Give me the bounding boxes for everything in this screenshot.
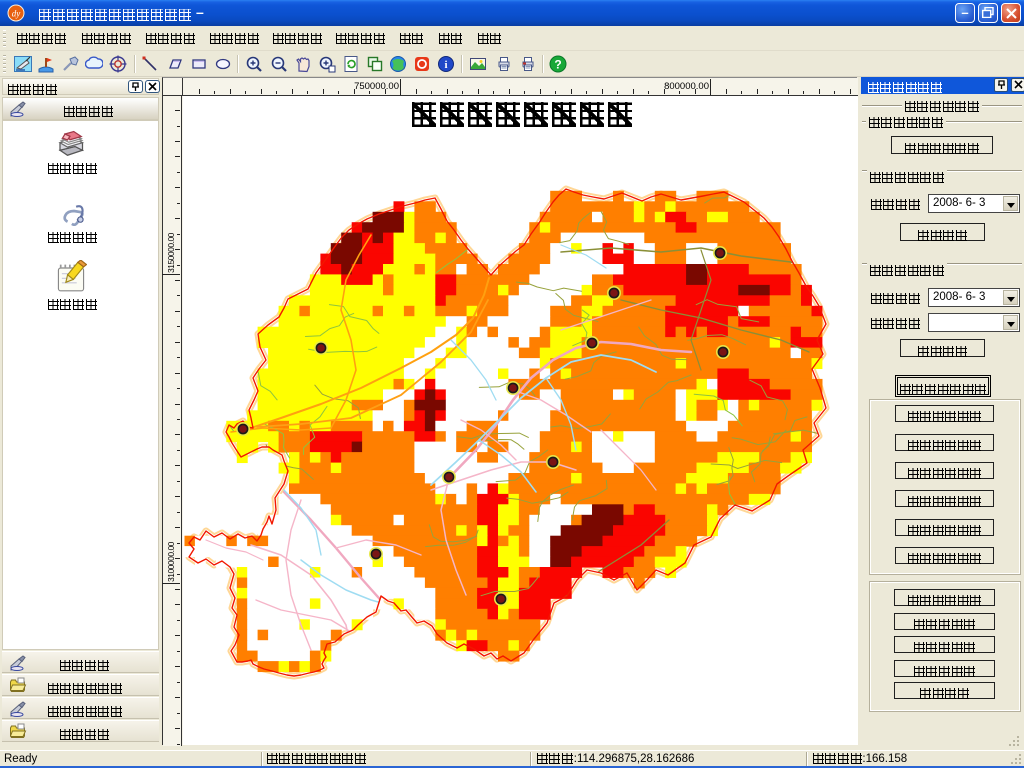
svg-text:dy: dy <box>12 9 21 19</box>
svg-text:?: ? <box>554 58 561 72</box>
svg-text:i: i <box>444 59 447 71</box>
